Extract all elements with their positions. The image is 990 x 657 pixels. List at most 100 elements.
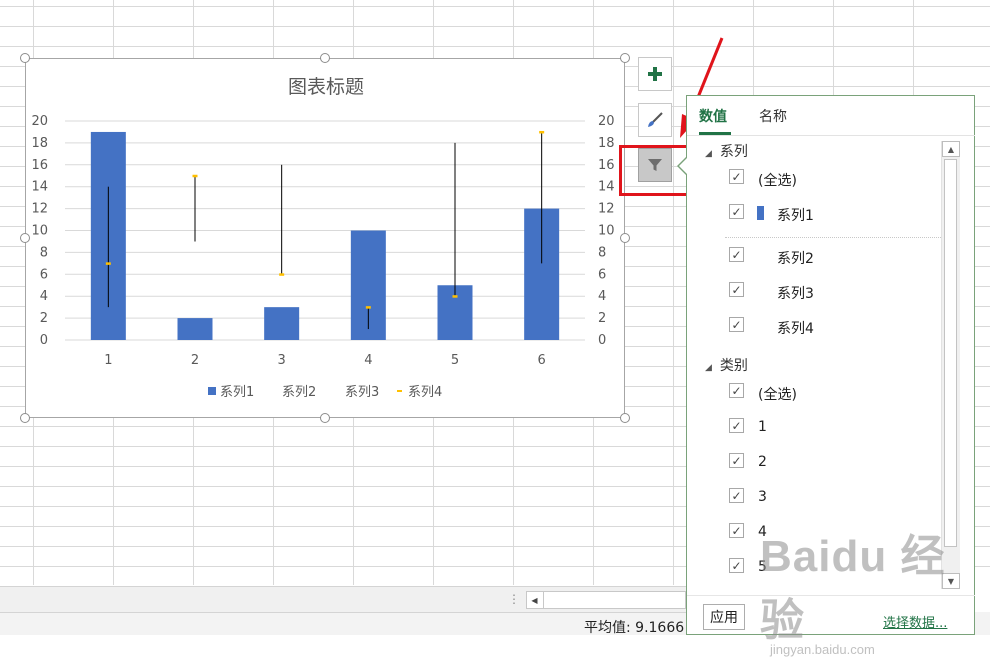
apply-button[interactable]: 应用 xyxy=(703,604,745,630)
series-4-label: 系列4 xyxy=(777,321,814,337)
close-marker xyxy=(452,295,458,298)
category-1-label: 1 xyxy=(758,419,767,435)
y-tick-label: 14 xyxy=(31,180,48,195)
panel-pointer-inner xyxy=(679,157,688,175)
check-icon: ✓ xyxy=(731,169,742,184)
legend-swatch xyxy=(397,390,402,392)
x-tick-label: 1 xyxy=(104,353,112,368)
series-all-label: (全选) xyxy=(758,173,797,189)
series-2-label: 系列2 xyxy=(777,251,814,267)
chart-plot: 图表标题02468101214161820024681012141618201 2… xyxy=(31,76,615,400)
collapse-triangle-icon: ◢ xyxy=(705,149,712,159)
horizontal-scrollbar[interactable] xyxy=(526,591,686,609)
series-1-label: 系列1 xyxy=(777,208,814,224)
checkbox-category-2[interactable]: ✓ xyxy=(729,453,744,468)
y2-tick-label: 6 xyxy=(598,267,606,282)
y2-tick-label: 20 xyxy=(598,114,615,129)
check-icon: ✓ xyxy=(731,488,742,503)
checkbox-series-4[interactable]: ✓ xyxy=(729,317,744,332)
legend-swatch xyxy=(208,387,216,395)
legend-label: 系列2 xyxy=(282,385,316,400)
y-tick-label: 4 xyxy=(40,289,48,304)
category-3-label: 3 xyxy=(758,489,767,505)
checkbox-category-5[interactable]: ✓ xyxy=(729,558,744,573)
status-average: 平均值: 9.1666 xyxy=(584,620,685,636)
legend-label: 系列4 xyxy=(408,385,442,400)
close-marker xyxy=(279,273,285,276)
y2-tick-label: 10 xyxy=(598,224,615,239)
y2-tick-label: 18 xyxy=(598,136,615,151)
y2-tick-label: 2 xyxy=(598,311,606,326)
checkbox-series-2[interactable]: ✓ xyxy=(729,247,744,262)
y2-tick-label: 16 xyxy=(598,158,615,173)
series-section-header[interactable]: ◢ 系列 xyxy=(705,141,748,161)
bar xyxy=(264,307,300,340)
category-section-header[interactable]: ◢ 类别 xyxy=(705,355,748,375)
check-icon: ✓ xyxy=(731,558,742,573)
x-tick-label: 4 xyxy=(364,353,372,368)
checkbox-series-all[interactable]: ✓ xyxy=(729,169,744,184)
checkbox-category-all[interactable]: ✓ xyxy=(729,383,744,398)
y-tick-label: 0 xyxy=(40,333,48,348)
close-marker xyxy=(105,262,111,265)
checkbox-category-4[interactable]: ✓ xyxy=(729,523,744,538)
check-icon: ✓ xyxy=(731,418,742,433)
y2-tick-label: 14 xyxy=(598,180,615,195)
y2-tick-label: 0 xyxy=(598,333,606,348)
check-icon: ✓ xyxy=(731,317,742,332)
tab-values[interactable]: 数值 xyxy=(699,106,727,126)
chart-title: 图表标题 xyxy=(288,76,364,98)
resize-handle-left[interactable] xyxy=(20,233,30,243)
category-2-label: 2 xyxy=(758,454,767,470)
grip-icon[interactable]: ⋮ xyxy=(508,592,520,606)
checkbox-series-1[interactable]: ✓ xyxy=(729,204,744,219)
legend-label: 系列3 xyxy=(345,385,379,400)
y-tick-label: 2 xyxy=(40,311,48,326)
resize-handle-bottom[interactable] xyxy=(320,413,330,423)
x-tick-label: 2 xyxy=(191,353,199,368)
scroll-up-button[interactable]: ▲ xyxy=(942,141,960,157)
legend-label: 系列1 xyxy=(220,385,254,400)
collapse-triangle-icon: ◢ xyxy=(705,363,712,373)
y2-tick-label: 8 xyxy=(598,245,606,260)
resize-handle-right[interactable] xyxy=(620,233,630,243)
series-3-label: 系列3 xyxy=(777,286,814,302)
y-tick-label: 20 xyxy=(31,114,48,129)
bar xyxy=(177,318,213,340)
y2-tick-label: 4 xyxy=(598,289,606,304)
y-tick-label: 18 xyxy=(31,136,48,151)
close-marker xyxy=(365,306,371,309)
caret-left-icon: ◀ xyxy=(531,595,538,605)
resize-handle-bottom-left[interactable] xyxy=(20,413,30,423)
tab-names[interactable]: 名称 xyxy=(759,106,787,126)
category-section-title: 类别 xyxy=(719,358,748,374)
y-tick-label: 6 xyxy=(40,267,48,282)
y-tick-label: 8 xyxy=(40,245,48,260)
check-icon: ✓ xyxy=(731,247,742,262)
dotted-separator xyxy=(725,237,943,238)
series-1-swatch xyxy=(757,206,764,220)
check-icon: ✓ xyxy=(731,204,742,219)
checkbox-category-1[interactable]: ✓ xyxy=(729,418,744,433)
checkbox-series-3[interactable]: ✓ xyxy=(729,282,744,297)
scroll-thumb[interactable] xyxy=(944,159,957,547)
y-tick-label: 10 xyxy=(31,224,48,239)
check-icon: ✓ xyxy=(731,383,742,398)
y-tick-label: 12 xyxy=(31,202,48,217)
x-tick-label: 3 xyxy=(278,353,286,368)
resize-handle-bottom-right[interactable] xyxy=(620,413,630,423)
resize-handle-top-right[interactable] xyxy=(620,53,630,63)
resize-handle-top[interactable] xyxy=(320,53,330,63)
x-tick-label: 6 xyxy=(538,353,546,368)
category-all-label: (全选) xyxy=(758,387,797,403)
check-icon: ✓ xyxy=(731,453,742,468)
resize-handle-top-left[interactable] xyxy=(20,53,30,63)
check-icon: ✓ xyxy=(731,282,742,297)
checkbox-category-3[interactable]: ✓ xyxy=(729,488,744,503)
tab-divider xyxy=(687,135,975,136)
scroll-left-button[interactable]: ◀ xyxy=(526,591,544,609)
caret-up-icon: ▲ xyxy=(947,144,955,154)
x-tick-label: 5 xyxy=(451,353,459,368)
check-icon: ✓ xyxy=(731,523,742,538)
chart-area[interactable]: 图表标题 0 2 4 6 8 10 12 14 16 18 20 0 2 4 6 8 10 12 14 16 18 20 1 2… xyxy=(25,58,625,418)
